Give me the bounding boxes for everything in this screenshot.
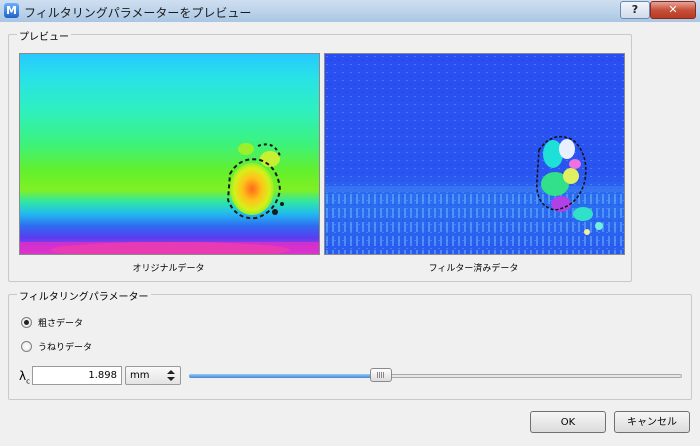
- cutoff-value-input[interactable]: [32, 366, 122, 385]
- title-bar[interactable]: M フィルタリングパラメーターをプレビュー ? ✕: [0, 0, 700, 22]
- radio-unchecked-icon[interactable]: [21, 341, 32, 352]
- waviness-radio-label: うねりデータ: [38, 343, 93, 353]
- filter-parameter-group: フィルタリングパラメーター 粗さデータ うねりデータ λc mm: [8, 288, 692, 400]
- roughness-radio-label: 粗さデータ: [38, 319, 84, 329]
- lambda-subscript: c: [26, 377, 30, 386]
- unit-value: mm: [130, 370, 150, 381]
- select-arrows-icon: [167, 370, 175, 381]
- filtered-data-image: [324, 53, 625, 255]
- ok-button[interactable]: OK: [530, 411, 606, 433]
- preview-group: プレビュー オリジナルデータ フィルター済みデータ: [8, 28, 632, 282]
- lambda-c-label: λc: [19, 369, 30, 385]
- original-data-caption: オリジナルデータ: [132, 264, 205, 274]
- cancel-button[interactable]: キャンセル: [614, 411, 690, 433]
- slider-handle[interactable]: [370, 368, 392, 382]
- window-title: フィルタリングパラメーターをプレビュー: [24, 6, 252, 20]
- close-button[interactable]: ✕: [650, 1, 696, 19]
- dialog-window: M フィルタリングパラメーターをプレビュー ? ✕ プレビュー オリジナルデータ…: [0, 0, 700, 446]
- app-icon: M: [4, 3, 19, 18]
- waviness-radio[interactable]: うねりデータ: [21, 340, 92, 353]
- parameter-group-label: フィルタリングパラメーター: [17, 288, 151, 303]
- slider-fill: [189, 374, 381, 378]
- radio-checked-icon[interactable]: [21, 317, 32, 328]
- cutoff-slider[interactable]: [189, 368, 682, 382]
- roughness-radio[interactable]: 粗さデータ: [21, 316, 83, 329]
- preview-group-label: プレビュー: [17, 28, 71, 43]
- help-button[interactable]: ?: [620, 1, 650, 19]
- original-data-image: [19, 53, 320, 255]
- filtered-data-caption: フィルター済みデータ: [428, 264, 519, 274]
- unit-select[interactable]: mm: [125, 366, 181, 385]
